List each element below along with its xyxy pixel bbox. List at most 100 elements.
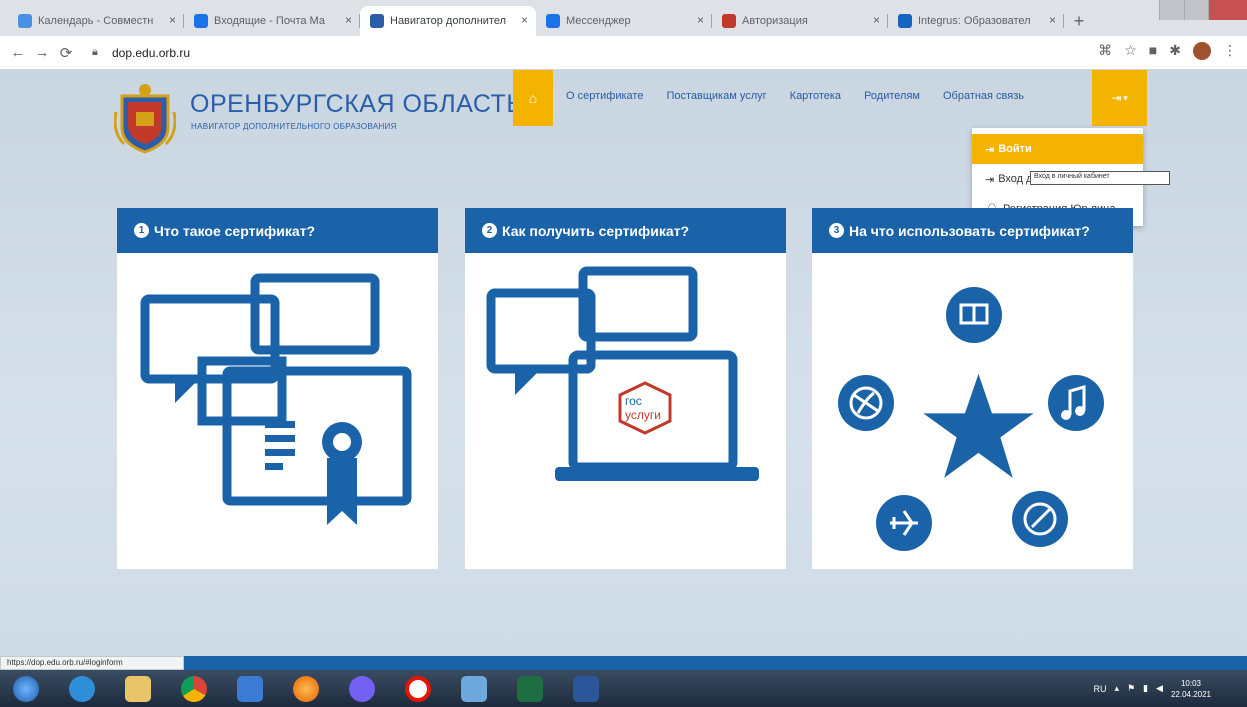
step-number: 1 [134, 223, 149, 238]
nav-catalog[interactable]: Картотека [790, 90, 841, 102]
forward-icon[interactable]: → [30, 44, 54, 61]
back-icon[interactable]: ← [6, 44, 30, 61]
card-title: На что использовать сертификат? [849, 222, 1090, 239]
address-bar[interactable]: 🔒︎ dop.edu.orb.ru [92, 41, 1092, 65]
clock[interactable]: 10:03 22.04.2021 [1171, 678, 1211, 700]
login-menu-button[interactable]: ⇥ ▾ [1092, 70, 1147, 126]
uslugi-logo-text: услуги [625, 408, 661, 422]
network-icon[interactable]: ▮ [1143, 683, 1148, 694]
browser-tab[interactable]: Навигатор дополнител × [360, 6, 536, 36]
yandex-icon [405, 675, 431, 702]
close-tab-icon[interactable]: × [169, 13, 176, 27]
taskbar-media[interactable] [228, 672, 272, 705]
tab-separator [1063, 14, 1064, 28]
dropdown-item-label: Войти [998, 143, 1032, 155]
home-icon: ⌂ [528, 90, 538, 106]
system-tray: RU ▴ ⚑ ▮ ◀ 10:03 22.04.2021 [1093, 670, 1211, 707]
close-tab-icon[interactable]: × [697, 13, 704, 27]
taskbar-explorer[interactable] [116, 672, 160, 705]
web-page: ОРЕНБУРГСКАЯ ОБЛАСТЬ НАВИГАТОР ДОПОЛНИТЕ… [0, 70, 1247, 656]
browser-tab[interactable]: Календарь - Совместн × [8, 6, 184, 36]
coat-of-arms-icon[interactable] [114, 82, 176, 154]
windows-logo-icon [13, 675, 39, 702]
card-how-to-get-certificate[interactable]: 2 Как получить сертификат? гос услуги [465, 208, 786, 569]
close-window-button[interactable] [1208, 0, 1247, 20]
site-subtitle: НАВИГАТОР ДОПОЛНИТЕЛЬНОГО ОБРАЗОВАНИЯ [191, 122, 397, 131]
taskbar-ie[interactable] [60, 672, 104, 705]
browser-tab[interactable]: Integrus: Образовател × [888, 6, 1064, 36]
avatar[interactable] [1193, 42, 1211, 60]
taskbar-firefox[interactable] [284, 672, 328, 705]
language-indicator[interactable]: RU [1093, 684, 1106, 694]
favicon-icon [194, 14, 208, 28]
taskbar-word[interactable] [564, 672, 608, 705]
nav-parents[interactable]: Родителям [864, 90, 920, 102]
media-player-icon [237, 675, 263, 702]
taskbar-chrome[interactable] [172, 672, 216, 705]
puzzle-icon[interactable]: ✱ [1169, 42, 1181, 60]
clock-date: 22.04.2021 [1170, 689, 1211, 699]
dropdown-item-label: Вход д [998, 173, 1033, 185]
status-url: https://dop.edu.orb.ru/#loginform [0, 656, 184, 670]
certificate-illustration-icon [140, 273, 412, 525]
nav-about-certificate[interactable]: О сертификате [566, 90, 643, 102]
folder-icon [125, 675, 151, 702]
card-what-is-certificate[interactable]: 1 Что такое сертификат? [117, 208, 438, 569]
browser-tabbar: Календарь - Совместн × Входящие - Почта Ма… [0, 0, 1247, 36]
reload-icon[interactable]: ⟳ [54, 44, 78, 62]
browser-tab[interactable]: Входящие - Почта Ма × [184, 6, 360, 36]
tab-label: Навигатор дополнител [390, 15, 506, 27]
extension-icon[interactable]: ■ [1149, 42, 1157, 60]
tab-label: Мессенджер [566, 15, 631, 27]
taskbar-app[interactable] [452, 672, 496, 705]
nav-providers[interactable]: Поставщикам услуг [666, 90, 766, 102]
clock-time: 10:03 [1180, 678, 1201, 688]
main-nav: О сертификате Поставщикам услуг Картотек… [566, 90, 1047, 102]
start-button[interactable] [4, 672, 48, 705]
close-tab-icon[interactable]: × [521, 13, 528, 27]
browser-tab[interactable]: Мессенджер × [536, 6, 712, 36]
lock-icon: 🔒︎ [92, 46, 98, 58]
address-text: dop.edu.orb.ru [112, 45, 191, 60]
close-tab-icon[interactable]: × [873, 13, 880, 27]
bookmark-star-icon[interactable]: ☆ [1124, 42, 1137, 60]
flag-icon[interactable]: ⚑ [1127, 683, 1135, 694]
card-what-to-use-certificate[interactable]: 3 На что использовать сертификат? [812, 208, 1133, 569]
ie-icon [69, 675, 95, 702]
favicon-icon [898, 14, 912, 28]
favicon-icon [546, 14, 560, 28]
close-tab-icon[interactable]: × [345, 13, 352, 27]
sign-in-icon: ⇥ [985, 143, 995, 156]
favicon-icon [370, 14, 384, 28]
dropdown-item-login[interactable]: ⇥ Войти [972, 134, 1143, 164]
browser-tab[interactable]: Авторизация × [712, 6, 888, 36]
volume-icon[interactable]: ◀ [1156, 683, 1163, 694]
tooltip: Вход в личный кабинет [1030, 171, 1170, 185]
card-header: 2 Как получить сертификат? [465, 208, 786, 253]
taskbar-yandex[interactable] [396, 672, 440, 705]
menu-kebab-icon[interactable]: ⋮ [1223, 42, 1237, 60]
new-tab-button[interactable]: + [1064, 6, 1094, 36]
activities-illustration-icon [838, 287, 1104, 551]
minimize-button[interactable] [1159, 0, 1184, 20]
taskbar-viber[interactable] [340, 672, 384, 705]
toolbar-actions: ⌘ ☆ ■ ✱ ⋮ [1098, 42, 1237, 60]
translate-icon[interactable]: ⌘ [1098, 42, 1112, 60]
favicon-icon [722, 14, 736, 28]
sign-in-icon: ⇥ [1111, 91, 1122, 105]
music-icon [1048, 375, 1104, 431]
window-controls [1159, 0, 1247, 20]
chevron-up-icon[interactable]: ▴ [1114, 683, 1119, 694]
app-icon [461, 675, 487, 702]
maximize-button[interactable] [1183, 0, 1209, 20]
step-number: 2 [482, 223, 497, 238]
tab-label: Входящие - Почта Ма [214, 15, 325, 27]
tab-label: Авторизация [742, 15, 808, 27]
close-tab-icon[interactable]: × [1049, 13, 1056, 27]
favicon-icon [18, 14, 32, 28]
taskbar-excel[interactable] [508, 672, 552, 705]
card-header: 3 На что использовать сертификат? [812, 208, 1133, 253]
home-button[interactable]: ⌂ [513, 70, 553, 126]
site-title[interactable]: ОРЕНБУРГСКАЯ ОБЛАСТЬ [190, 90, 523, 119]
nav-feedback[interactable]: Обратная связь [943, 90, 1024, 102]
